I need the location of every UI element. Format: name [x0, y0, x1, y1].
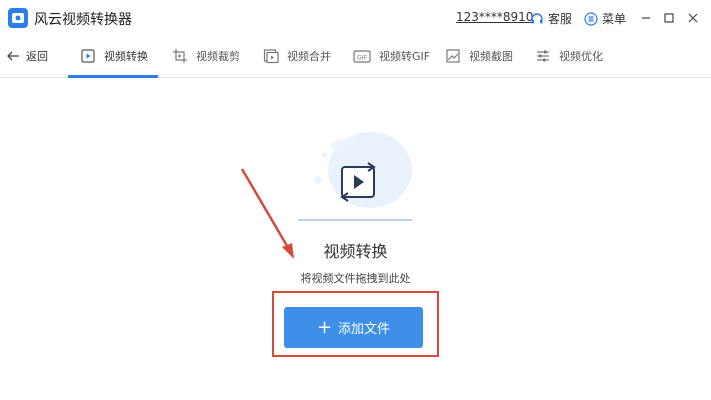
support-button[interactable]: 客服: [530, 10, 572, 27]
plus-icon: +: [316, 316, 333, 338]
tab-video-optimize[interactable]: 视频优化: [535, 46, 603, 66]
page-title: 视频转换: [323, 242, 388, 261]
toolbar: 返回 视频转换 视频裁剪 视频合并 GIF 视频转GIF 视频截图 视频优化: [0, 36, 711, 78]
arrow-left-icon: [7, 51, 19, 61]
tab-label: 视频转换: [104, 50, 148, 63]
video-merge-icon: [263, 49, 279, 64]
tab-video-to-gif[interactable]: GIF 视频转GIF: [353, 46, 430, 66]
drop-hint: 将视频文件拖拽到此处: [300, 272, 411, 285]
video-crop-icon: [173, 49, 187, 63]
maximize-button[interactable]: [659, 8, 679, 28]
support-label: 客服: [548, 12, 573, 26]
app-title: 风云视频转换器: [34, 12, 132, 28]
title-bar: 风云视频转换器 123****8910 客服 菜单: [0, 0, 711, 36]
back-label: 返回: [26, 50, 48, 63]
close-button[interactable]: [683, 8, 703, 28]
tab-label: 视频截图: [469, 50, 513, 63]
menu-icon: [584, 11, 598, 26]
screenshot-icon: [446, 49, 460, 63]
add-file-label: 添加文件: [338, 322, 391, 337]
tab-video-convert[interactable]: 视频转换: [80, 46, 148, 66]
annotation-arrow-icon: [240, 168, 294, 259]
tab-label: 视频合并: [287, 50, 331, 63]
video-convert-icon: [81, 49, 95, 63]
account-link[interactable]: 123****8910: [456, 10, 533, 24]
gif-icon: GIF: [353, 50, 371, 63]
tab-video-merge[interactable]: 视频合并: [263, 46, 331, 66]
menu-label: 菜单: [602, 12, 627, 26]
optimize-icon: [537, 50, 549, 62]
active-tab-indicator: [68, 75, 158, 78]
back-button[interactable]: 返回: [6, 48, 48, 64]
video-convert-illustration-icon: [298, 132, 412, 221]
minimize-button[interactable]: [636, 8, 656, 28]
tab-label: 视频优化: [559, 50, 603, 63]
tab-video-screenshot[interactable]: 视频截图: [445, 46, 513, 66]
minimize-icon: [642, 17, 650, 19]
headset-icon: [531, 12, 543, 23]
app-logo-icon: [8, 8, 28, 28]
close-icon: [688, 13, 698, 23]
tab-label: 视频裁剪: [196, 50, 240, 63]
tab-label: 视频转GIF: [379, 50, 431, 63]
menu-button[interactable]: 菜单: [584, 10, 626, 27]
svg-text:GIF: GIF: [357, 55, 367, 62]
tab-video-crop[interactable]: 视频裁剪: [172, 46, 240, 66]
maximize-icon: [664, 13, 674, 23]
add-file-button[interactable]: + 添加文件: [284, 307, 423, 348]
